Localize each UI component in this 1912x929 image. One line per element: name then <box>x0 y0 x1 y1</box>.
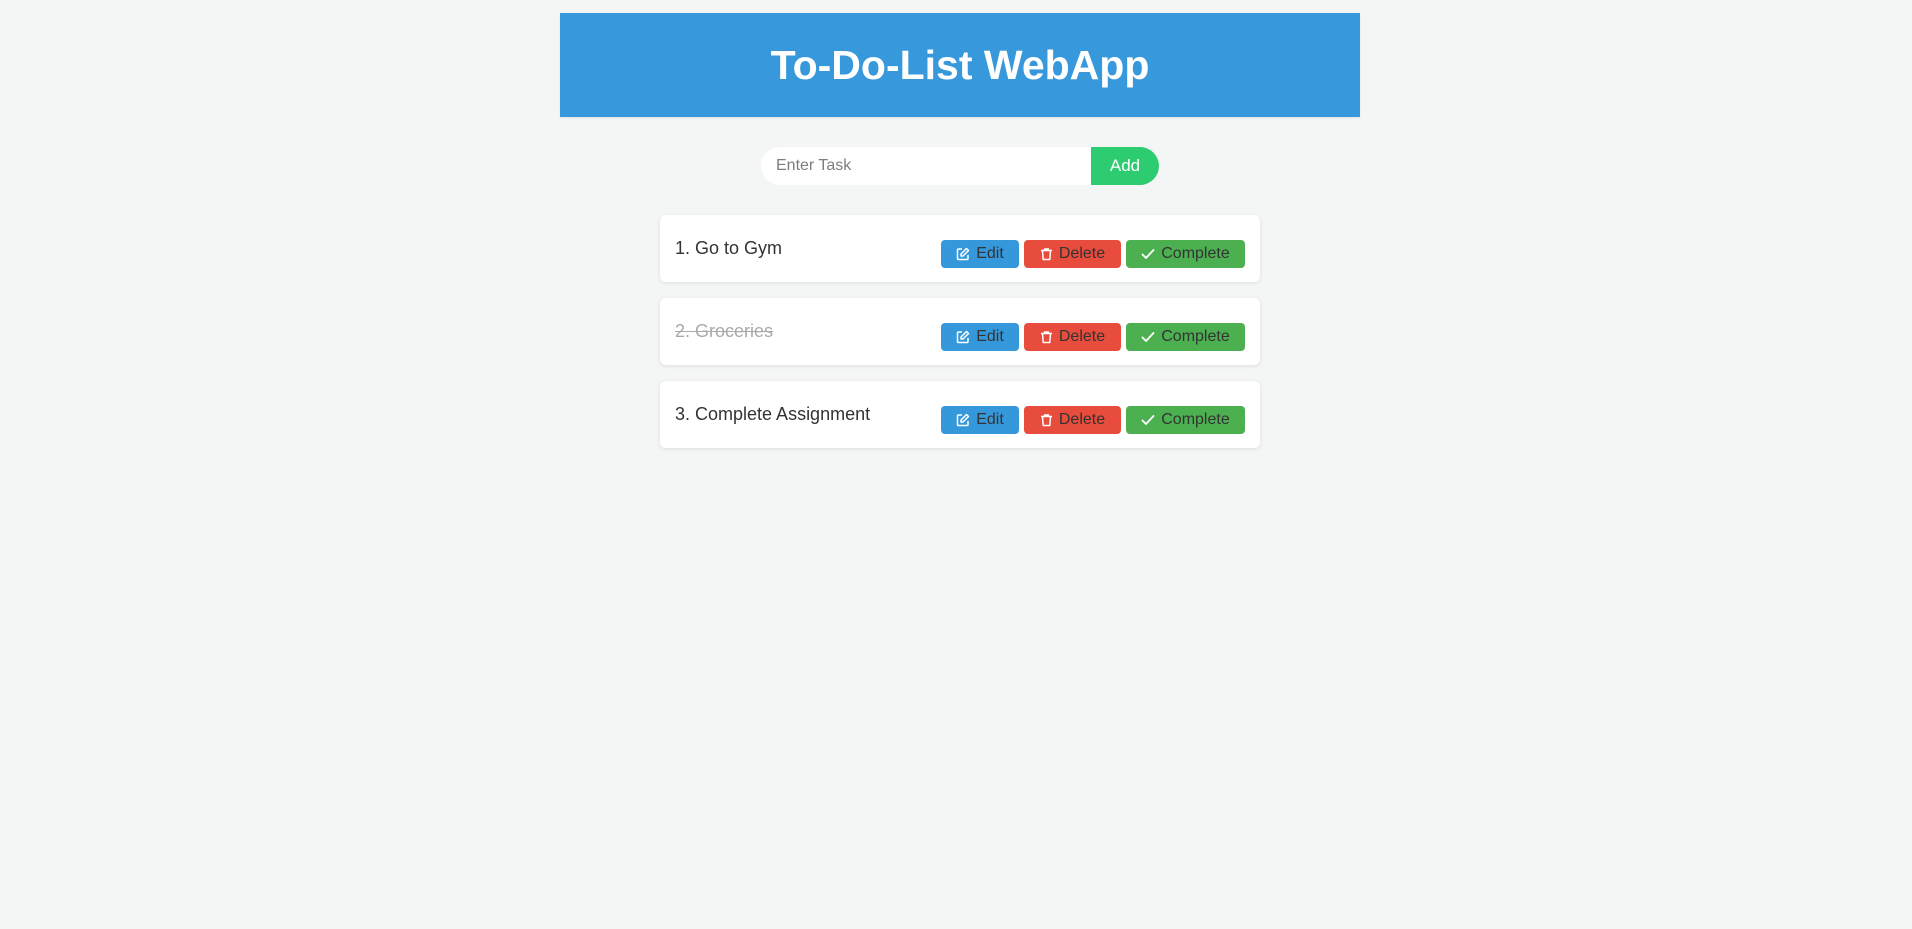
delete-label: Delete <box>1058 328 1106 345</box>
check-icon <box>1141 414 1155 426</box>
complete-button[interactable]: Complete <box>1126 323 1245 351</box>
delete-label: Delete <box>1058 245 1106 262</box>
task-actions: Edit Delete Complete <box>941 240 1245 268</box>
edit-icon <box>956 413 970 427</box>
complete-label: Complete <box>1161 245 1230 262</box>
page-title: To-Do-List WebApp <box>770 41 1150 88</box>
edit-button[interactable]: Edit <box>941 240 1019 268</box>
edit-label: Edit <box>976 328 1004 345</box>
add-button[interactable]: Add <box>1091 147 1159 185</box>
app-header: To-Do-List WebApp <box>560 13 1360 117</box>
task-actions: Edit Delete Complete <box>941 406 1245 434</box>
task-text: 1. Go to Gym <box>675 238 783 258</box>
task-input[interactable] <box>761 147 1091 185</box>
edit-button[interactable]: Edit <box>941 323 1019 351</box>
check-icon <box>1141 331 1155 343</box>
trash-icon <box>1040 247 1053 261</box>
task-text: 3. Complete Assignment <box>675 404 871 424</box>
trash-icon <box>1040 330 1053 344</box>
edit-icon <box>956 247 970 261</box>
task-actions: Edit Delete Complete <box>941 323 1245 351</box>
check-icon <box>1141 248 1155 260</box>
delete-label: Delete <box>1058 411 1106 428</box>
task-list: 1. Go to Gym Edit Delete Complete 2. Gro… <box>660 215 1260 464</box>
delete-button[interactable]: Delete <box>1024 406 1121 434</box>
task-text: 2. Groceries <box>675 321 774 341</box>
task-item: 3. Complete Assignment Edit Delete Compl… <box>660 381 1260 448</box>
edit-label: Edit <box>976 245 1004 262</box>
task-item: 1. Go to Gym Edit Delete Complete <box>660 215 1260 282</box>
complete-label: Complete <box>1161 411 1230 428</box>
complete-label: Complete <box>1161 328 1230 345</box>
edit-button[interactable]: Edit <box>941 406 1019 434</box>
complete-button[interactable]: Complete <box>1126 240 1245 268</box>
delete-button[interactable]: Delete <box>1024 323 1121 351</box>
edit-icon <box>956 330 970 344</box>
complete-button[interactable]: Complete <box>1126 406 1245 434</box>
edit-label: Edit <box>976 411 1004 428</box>
task-item: 2. Groceries Edit Delete Complete <box>660 298 1260 365</box>
trash-icon <box>1040 413 1053 427</box>
add-task-form: Add <box>761 147 1159 185</box>
delete-button[interactable]: Delete <box>1024 240 1121 268</box>
